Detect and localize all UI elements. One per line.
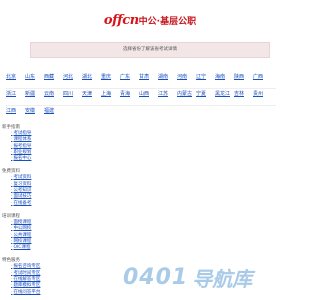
brand-name[interactable]: 中公·基层公职 xyxy=(139,17,196,27)
province-link[interactable]: 福建 xyxy=(44,106,63,123)
province-link[interactable]: 江西 xyxy=(6,106,25,123)
province-row: 浙江 新疆 云南 四川 天津 上海 青海 山西 江苏 内蒙古 宁夏 黑龙江 吉林 贵州 xyxy=(6,89,276,106)
section-link[interactable]: 在线问答平台 xyxy=(11,290,122,296)
province-link[interactable]: 内蒙古 xyxy=(177,89,196,105)
province-row: 北京 山东 西藏 河北 湖北 重庆 广东 甘肃 湖南 河南 辽宁 海南 陕西 广西 xyxy=(6,72,276,89)
province-link[interactable]: 新疆 xyxy=(25,89,44,105)
province-link[interactable]: 广西 xyxy=(253,72,272,88)
section-link[interactable]: OIC课程 xyxy=(11,245,122,251)
province-link[interactable]: 安徽 xyxy=(25,106,44,123)
province-link[interactable]: 浙江 xyxy=(6,89,25,105)
category-section: 新手指南考试指导课程体系报考指导职业规划报名中心 xyxy=(2,124,122,162)
brand-logo[interactable]: offcn xyxy=(104,13,139,28)
category-section: 免费资料考试资料复习资料公考知识面试技巧在线备考 xyxy=(2,168,122,206)
province-link[interactable]: 河北 xyxy=(63,72,82,88)
province-link[interactable]: 陕西 xyxy=(234,72,253,88)
category-section: 特色服务报名咨询专区考试时间专区在线解答专区题库模拟专区在线问答平台 xyxy=(2,257,122,295)
section-link[interactable]: 报名中心 xyxy=(11,156,122,162)
province-row: 江西 安徽 福建 xyxy=(6,106,276,123)
watermark-digits: 0401 xyxy=(123,264,189,290)
section-link[interactable]: 在线备考 xyxy=(11,201,122,207)
section-title: 培训课程 xyxy=(2,213,20,219)
province-link[interactable]: 山西 xyxy=(139,89,158,105)
province-link[interactable]: 甘肃 xyxy=(139,72,158,88)
province-link[interactable]: 云南 xyxy=(44,89,63,105)
province-link[interactable]: 宁夏 xyxy=(196,89,215,105)
province-link[interactable]: 青海 xyxy=(120,89,139,105)
province-link[interactable]: 四川 xyxy=(63,89,82,105)
site-header: offcn中公·基层公职 xyxy=(0,10,300,32)
province-link[interactable]: 重庆 xyxy=(101,72,120,88)
province-link[interactable]: 湖南 xyxy=(158,72,177,88)
province-grid: 北京 山东 西藏 河北 湖北 重庆 广东 甘肃 湖南 河南 辽宁 海南 陕西 广西 浙江 新疆 云南 四川 天津 上海… xyxy=(6,72,276,123)
province-link[interactable]: 天津 xyxy=(82,89,101,105)
category-section: 培训课程面授课程中公网校公共课程网校课程OIC课程 xyxy=(2,213,122,251)
province-link[interactable]: 广东 xyxy=(120,72,139,88)
province-link[interactable]: 黑龙江 xyxy=(215,89,234,105)
province-link[interactable]: 山东 xyxy=(25,72,44,88)
province-link[interactable]: 西藏 xyxy=(44,72,63,88)
province-link[interactable]: 吉林 xyxy=(234,89,253,105)
province-link[interactable]: 北京 xyxy=(6,72,25,88)
province-link[interactable]: 上海 xyxy=(101,89,120,105)
watermark-text: 导航库 xyxy=(192,266,253,291)
province-link[interactable]: 江苏 xyxy=(158,89,177,105)
province-link[interactable]: 贵州 xyxy=(253,89,272,105)
province-link[interactable]: 辽宁 xyxy=(196,72,215,88)
province-link[interactable]: 湖北 xyxy=(82,72,101,88)
province-link[interactable]: 河南 xyxy=(177,72,196,88)
section-title: 新手指南 xyxy=(2,125,20,130)
province-link[interactable]: 海南 xyxy=(215,72,234,88)
category-sections: 新手指南考试指导课程体系报考指导职业规划报名中心免费资料考试资料复习资料公考知识… xyxy=(2,124,122,300)
province-select-notice: 选择省份了解该省考试详情 xyxy=(30,42,270,58)
watermark: 0401 导航库 xyxy=(123,264,295,291)
